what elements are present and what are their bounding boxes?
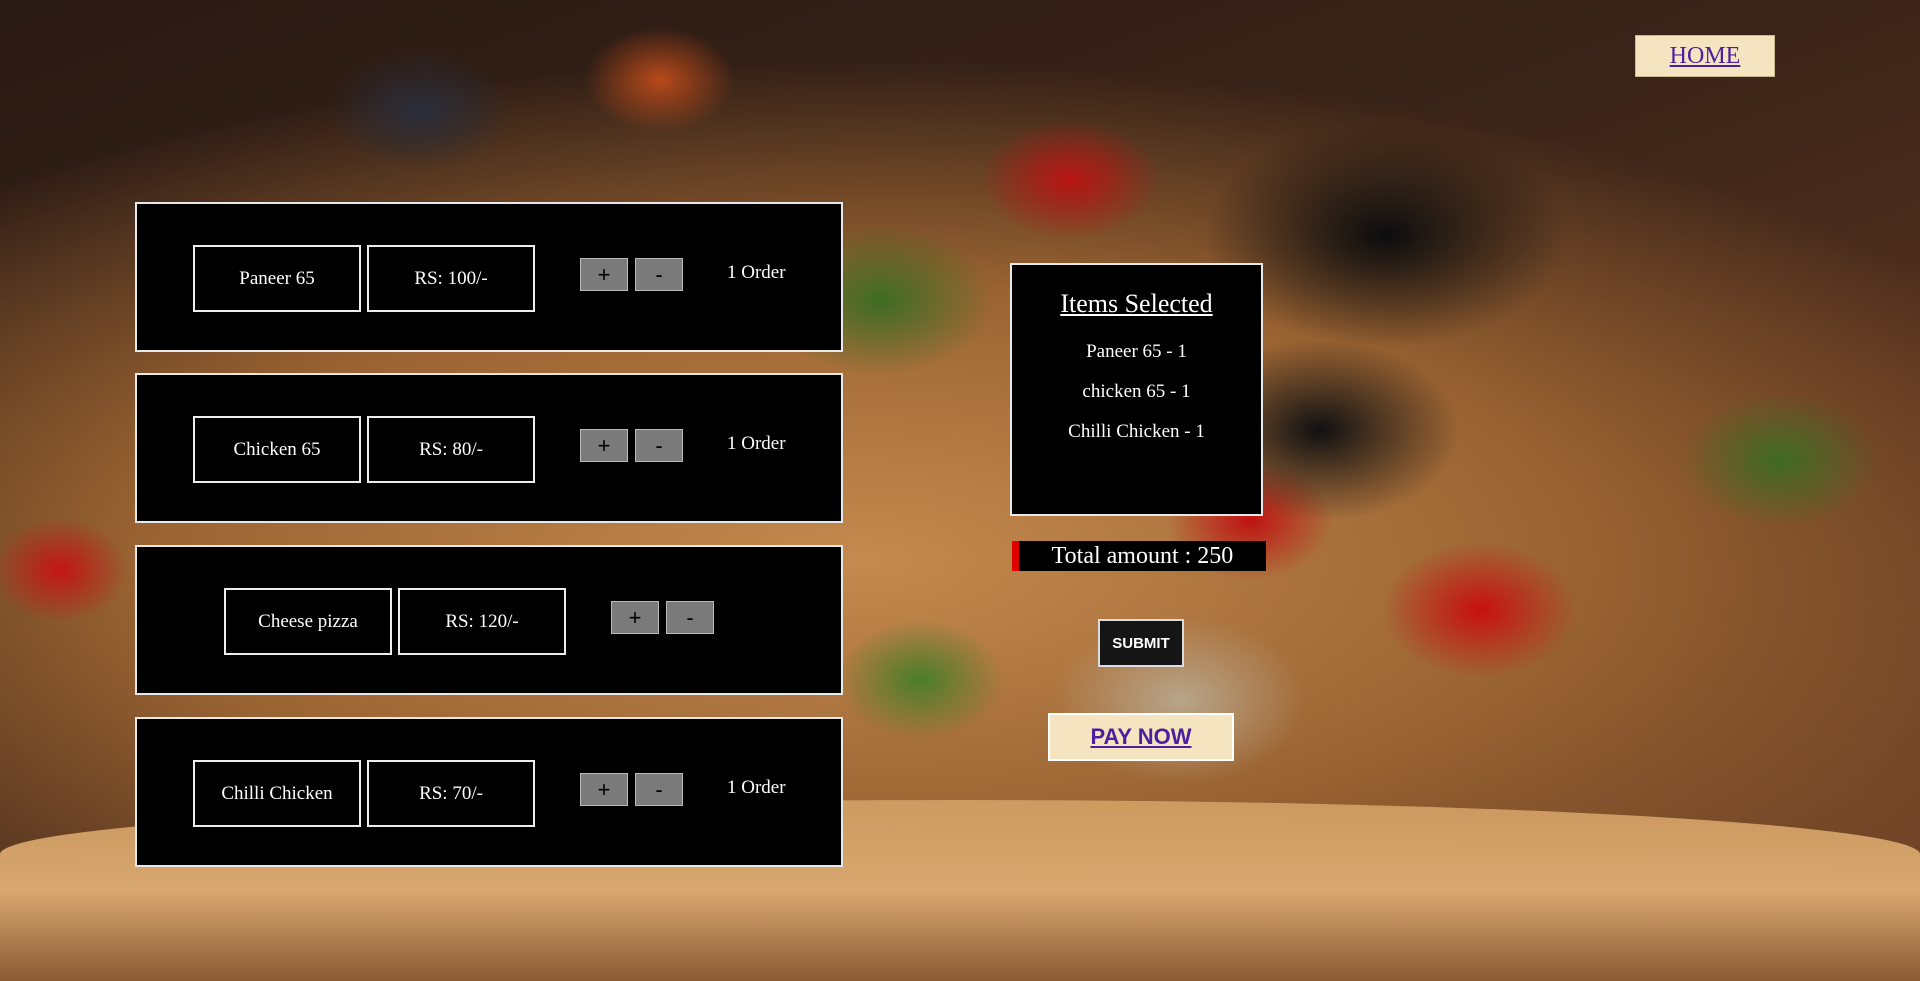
increase-button[interactable]: + xyxy=(580,429,628,462)
menu-item-row: Cheese pizza RS: 120/- + - xyxy=(135,545,843,695)
items-selected-panel: Items Selected Paneer 65 - 1 chicken 65 … xyxy=(1010,263,1263,516)
increase-button[interactable]: + xyxy=(580,773,628,806)
order-count: 1 Order xyxy=(727,777,786,798)
increase-button[interactable]: + xyxy=(611,601,659,634)
total-amount: Total amount : 250 xyxy=(1012,541,1266,571)
pay-now-button[interactable]: PAY NOW xyxy=(1048,713,1234,761)
selected-item: Chilli Chicken - 1 xyxy=(1068,421,1205,442)
item-price: RS: 120/- xyxy=(398,588,566,655)
item-name: Chicken 65 xyxy=(193,416,361,483)
order-count: 1 Order xyxy=(727,433,786,454)
selected-item: chicken 65 - 1 xyxy=(1082,381,1191,402)
item-price: RS: 100/- xyxy=(367,245,535,312)
decrease-button[interactable]: - xyxy=(635,773,683,806)
decrease-button[interactable]: - xyxy=(666,601,714,634)
increase-button[interactable]: + xyxy=(580,258,628,291)
item-name: Chilli Chicken xyxy=(193,760,361,827)
item-price: RS: 80/- xyxy=(367,416,535,483)
item-price: RS: 70/- xyxy=(367,760,535,827)
item-name: Cheese pizza xyxy=(224,588,392,655)
menu-item-row: Paneer 65 RS: 100/- + - 1 Order xyxy=(135,202,843,352)
item-name: Paneer 65 xyxy=(193,245,361,312)
decrease-button[interactable]: - xyxy=(635,429,683,462)
menu-item-row: Chicken 65 RS: 80/- + - 1 Order xyxy=(135,373,843,523)
submit-button[interactable]: SUBMIT xyxy=(1098,619,1184,667)
items-selected-title: Items Selected xyxy=(1060,289,1213,318)
order-count: 1 Order xyxy=(727,262,786,283)
selected-item: Paneer 65 - 1 xyxy=(1086,341,1187,362)
decrease-button[interactable]: - xyxy=(635,258,683,291)
menu-item-row: Chilli Chicken RS: 70/- + - 1 Order xyxy=(135,717,843,867)
home-link[interactable]: HOME xyxy=(1635,35,1775,77)
